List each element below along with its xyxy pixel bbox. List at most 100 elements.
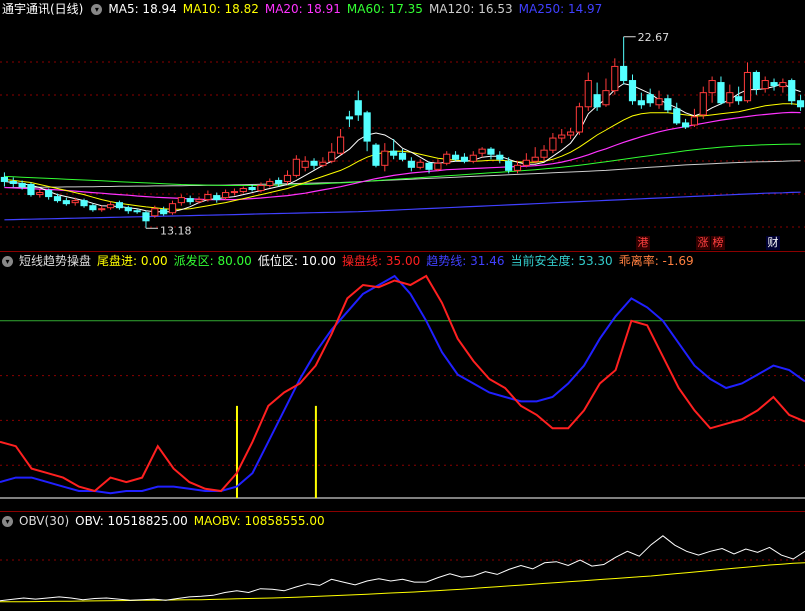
obv-header: ▾ OBV(30) OBV: 10518825.00 MAOBV: 10858555.… [0, 512, 331, 530]
candle-body [796, 100, 805, 108]
candle-body [690, 116, 699, 126]
candle-body [204, 194, 212, 201]
candle-body [195, 199, 203, 203]
candle-body [451, 154, 460, 160]
qsx-label: 趋势线: 31.46 [426, 254, 505, 268]
stock-title: 通宇通讯(日线) [2, 2, 84, 16]
candle-body [549, 137, 557, 151]
candle-body [124, 207, 132, 212]
candle-body [168, 203, 177, 214]
candle-body [726, 92, 734, 104]
candle-body [177, 197, 185, 204]
indicator-name: 短线趋势操盘 [19, 254, 92, 268]
candle-body [275, 179, 283, 184]
candle-body [620, 65, 628, 82]
ma250-label: MA250: 14.97 [518, 2, 603, 16]
candle-body [602, 90, 610, 106]
candle-body [239, 188, 247, 193]
ma120-label: MA120: 16.53 [428, 2, 513, 16]
candle-body [460, 156, 469, 162]
candle-body [336, 136, 345, 154]
candle-body [372, 144, 380, 166]
candle-body [71, 200, 79, 204]
indicator-header: ▾ 短线趋势操盘 尾盘进: 0.00 派发区: 80.00 低位区: 10.00 操盘线:… [0, 252, 700, 270]
candle-body [62, 200, 70, 205]
chevron-down-icon[interactable]: ▾ [91, 4, 103, 15]
candle-body [213, 195, 221, 201]
candle-body [788, 80, 796, 102]
candle-body [443, 153, 451, 164]
candle-body [283, 174, 292, 182]
candle-body [779, 82, 787, 88]
obv-chart[interactable] [0, 530, 805, 611]
candle-body [133, 210, 141, 213]
operate-line [0, 274, 805, 493]
candle-body [505, 160, 513, 171]
candle-body [407, 160, 415, 168]
candle-body [230, 191, 239, 194]
candle-body [487, 148, 495, 155]
candle-body [770, 82, 778, 87]
candle-body [628, 80, 637, 102]
ddx-label: 操盘线: 35.00 [342, 254, 421, 268]
candle-body [664, 98, 672, 111]
badge-bang[interactable]: 榜 [711, 236, 725, 250]
candle-body [611, 65, 619, 92]
candle-body [558, 134, 566, 139]
candle-body [540, 149, 548, 158]
candle-body [752, 71, 760, 90]
candle-body [354, 100, 362, 116]
candle-body [45, 190, 53, 198]
maobv-line [0, 562, 805, 603]
candle-body [699, 92, 707, 116]
candle-body [301, 160, 309, 168]
tail-in-label: 尾盘进: 0.00 [97, 254, 168, 268]
candle-body [478, 148, 486, 154]
candle-body [106, 204, 115, 209]
candle-body [80, 200, 88, 207]
candle-body [186, 198, 194, 203]
candle-body [27, 183, 35, 196]
obv-line [0, 535, 805, 602]
high-label: 22.67 [638, 31, 670, 44]
candle-body [0, 176, 9, 182]
candlestick-chart[interactable]: 22.67 13.18 [0, 18, 805, 250]
chevron-down-icon[interactable]: ▾ [2, 256, 13, 267]
candle-body [743, 71, 752, 102]
safety-label: 当前安全度: 53.30 [510, 254, 613, 268]
trend-indicator-chart[interactable] [0, 270, 805, 510]
badge-cai[interactable]: 财 [766, 236, 780, 250]
candle-body [655, 98, 663, 106]
candle-body [18, 182, 26, 188]
ma250-line [4, 191, 801, 221]
candle-body [9, 180, 17, 184]
candle-body [566, 131, 575, 136]
ma10-label: MA10: 18.82 [182, 2, 259, 16]
low-zone-label: 低位区: 10.00 [257, 254, 337, 268]
badge-zhang[interactable]: 涨 [696, 236, 710, 250]
low-label: 13.18 [160, 224, 192, 237]
candle-body [248, 187, 256, 191]
main-header: 通宇通讯(日线) ▾ MA5: 18.94 MA10: 18.82 MA20: 18.9… [0, 0, 608, 18]
chevron-down-icon[interactable]: ▾ [2, 516, 13, 527]
candle-body [681, 122, 690, 128]
candle-body [761, 80, 769, 90]
candle-body [673, 108, 681, 124]
candle-body [142, 212, 150, 222]
candle-body [496, 154, 504, 160]
candle-body [575, 106, 584, 133]
candle-body [319, 161, 327, 166]
candle-body [425, 162, 433, 170]
candle-body [531, 156, 539, 162]
launch-zone-label: 派发区: 80.00 [173, 254, 252, 268]
badge-gang[interactable]: 港 [636, 236, 650, 250]
candle-body [390, 150, 398, 156]
candle-body [257, 184, 265, 192]
candle-body [89, 205, 97, 211]
candle-body [328, 151, 336, 162]
candle-body [708, 80, 716, 94]
candle-body [398, 152, 407, 160]
candle-body [115, 202, 124, 209]
ma20-label: MA20: 18.91 [264, 2, 341, 16]
candle-body [160, 209, 168, 215]
